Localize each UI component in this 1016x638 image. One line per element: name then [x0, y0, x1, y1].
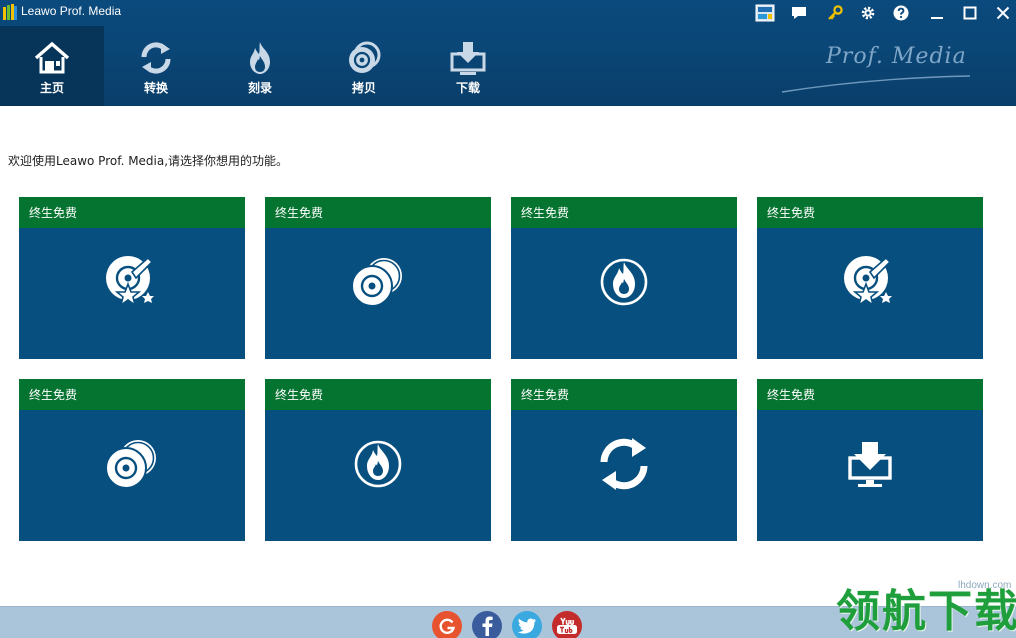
- feature-card-5[interactable]: 终生免费: [19, 379, 245, 541]
- card-badge: 终生免费: [767, 388, 816, 402]
- card-header: 终生免费: [19, 379, 245, 410]
- card-body: [511, 228, 737, 359]
- nav-label: 拷贝: [351, 81, 376, 95]
- card-body: [19, 410, 245, 541]
- facebook-icon[interactable]: [472, 611, 502, 638]
- nav-label: 主页: [39, 81, 64, 95]
- nav-label: 转换: [143, 81, 168, 95]
- copy-disc-icon: [349, 41, 381, 73]
- card-badge: 终生免费: [275, 388, 324, 402]
- card-body: [265, 410, 491, 541]
- card-badge: 终生免费: [521, 388, 570, 402]
- card-header: 终生免费: [19, 197, 245, 228]
- card-badge: 终生免费: [521, 206, 570, 220]
- close-icon[interactable]: [992, 3, 1014, 23]
- disc-pair-icon: [351, 258, 402, 307]
- card-header: 终生免费: [511, 197, 737, 228]
- minimize-icon[interactable]: [926, 3, 948, 23]
- main-nav: 主页 转换 刻录 拷贝 下载: [0, 26, 520, 106]
- card-badge: 终生免费: [767, 206, 816, 220]
- card-badge: 终生免费: [275, 206, 324, 220]
- welcome-text: 欢迎使用Leawo Prof. Media,请选择你想用的功能。: [8, 154, 289, 168]
- app-title: Leawo Prof. Media: [21, 4, 122, 18]
- nav-item-convert[interactable]: 转换: [104, 26, 208, 106]
- brand-swoosh-icon: [781, 75, 971, 93]
- card-badge: 终生免费: [29, 388, 78, 402]
- feature-card-2[interactable]: 终生免费: [265, 197, 491, 359]
- register-icon[interactable]: [754, 3, 776, 23]
- card-header: 终生免费: [265, 197, 491, 228]
- feature-card-8[interactable]: 终生免费: [757, 379, 983, 541]
- watermark: lhdown.com 领航下载: [836, 578, 1016, 638]
- help-icon[interactable]: [890, 3, 912, 23]
- nav-item-copy[interactable]: 拷贝: [312, 26, 416, 106]
- disc-pair-icon: [105, 440, 156, 489]
- download-monitor-icon: [848, 442, 892, 487]
- card-header: 终生免费: [511, 379, 737, 410]
- card-header: 终生免费: [757, 379, 983, 410]
- card-body: [757, 410, 983, 541]
- app-header: Leawo Prof. Media 主页 转换 刻录 拷贝 下载 Prof. M…: [0, 0, 1016, 106]
- gear-icon[interactable]: [857, 3, 879, 23]
- nav-item-download[interactable]: 下载: [416, 26, 520, 106]
- app-logo-icon: [3, 4, 17, 20]
- disc-star-icon: [844, 256, 892, 307]
- disc-star-icon: [106, 256, 154, 307]
- feature-card-3[interactable]: 终生免费: [511, 197, 737, 359]
- youtube-icon[interactable]: [552, 611, 582, 638]
- title-bar: Leawo Prof. Media: [0, 0, 1016, 26]
- feature-card-4[interactable]: 终生免费: [757, 197, 983, 359]
- nav-label: 下载: [455, 81, 480, 95]
- twitter-icon[interactable]: [512, 611, 542, 638]
- feature-card-6[interactable]: 终生免费: [265, 379, 491, 541]
- nav-item-home[interactable]: 主页: [0, 26, 104, 106]
- feature-card-1[interactable]: 终生免费: [19, 197, 245, 359]
- key-icon[interactable]: [824, 3, 846, 23]
- convert-icon: [141, 42, 171, 74]
- nav-item-burn[interactable]: 刻录: [208, 26, 312, 106]
- nav-label: 刻录: [247, 81, 272, 95]
- burn-icon: [250, 42, 270, 74]
- card-body: [19, 228, 245, 359]
- card-body: [757, 228, 983, 359]
- card-header: 终生免费: [757, 197, 983, 228]
- disc-flame-icon: [600, 258, 648, 306]
- feature-card-7[interactable]: 终生免费: [511, 379, 737, 541]
- google-icon[interactable]: [432, 611, 462, 638]
- feedback-icon[interactable]: [788, 3, 810, 23]
- watermark-text: 领航下载: [836, 586, 1016, 637]
- refresh-icon: [600, 438, 648, 490]
- maximize-icon[interactable]: [959, 3, 981, 23]
- disc-flame-icon: [354, 440, 402, 488]
- download-icon: [450, 42, 486, 75]
- card-body: [511, 410, 737, 541]
- card-header: 终生免费: [265, 379, 491, 410]
- home-icon: [34, 41, 70, 74]
- brand-logo: Prof. Media: [780, 38, 990, 98]
- card-body: [265, 228, 491, 359]
- card-badge: 终生免费: [29, 206, 78, 220]
